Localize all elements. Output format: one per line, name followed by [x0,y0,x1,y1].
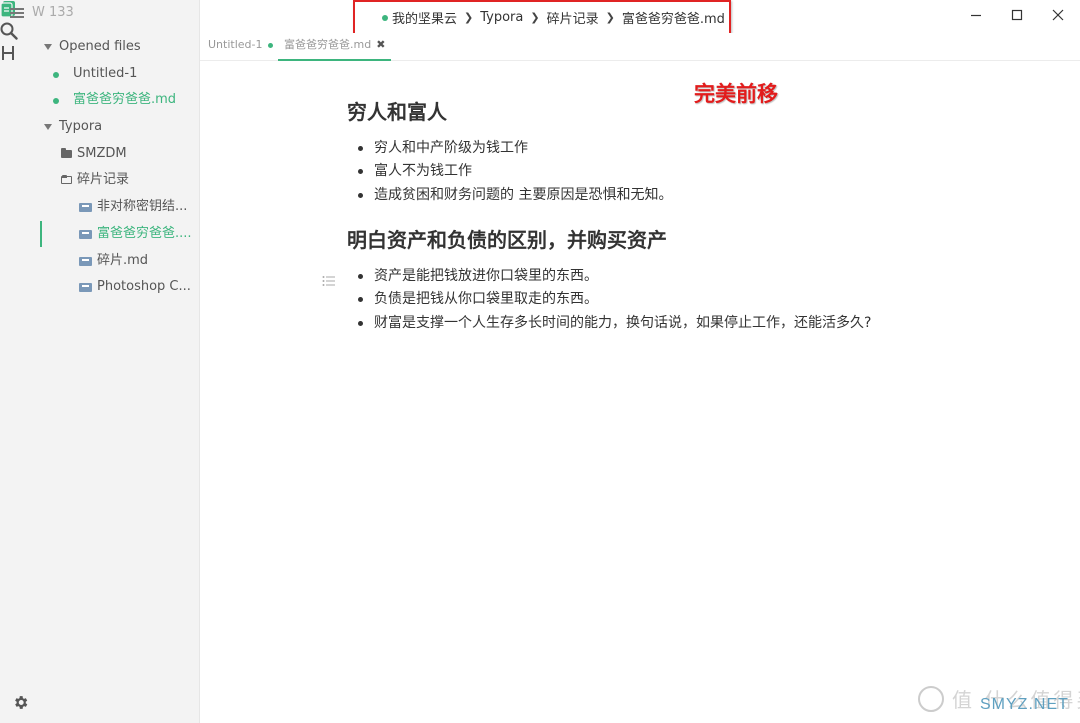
file-tree: Opened files Untitled-1 富爸爸穷爸爸.md Typora… [40,34,200,301]
opened-files-label: Opened files [59,39,141,54]
markdown-file-icon [79,256,92,266]
list-item[interactable]: 富人不为钱工作 [356,160,672,183]
tab-untitled[interactable]: Untitled-1 [208,33,274,61]
file-item[interactable]: Photoshop C... [40,274,200,301]
list-item[interactable]: 财富是支撑一个人生存多长时间的能力，换句话说，如果停止工作，还能活多久? [356,312,871,335]
folder-open-icon [61,175,72,185]
opened-files-section[interactable]: Opened files [40,34,200,61]
title-bar: 我的坚果云 ❯ Typora ❯ 碎片记录 ❯ 富爸爸穷爸爸.md [200,0,1080,36]
list-item[interactable]: 造成贫困和财务问题的 主要原因是恐惧和无知。 [356,184,672,207]
folder-smzdm[interactable]: SMZDM [40,141,200,168]
sidebar: W 133 Opened files Untitled-1 富爸爸穷爸爸.md … [0,0,200,723]
file-item[interactable]: 碎片.md [40,248,200,275]
markdown-file-icon [79,229,92,239]
heading-2[interactable]: 明白资产和负债的区别，并购买资产 [347,224,667,253]
workspace-label: W 133 [32,5,74,20]
folder-label: 碎片记录 [77,172,130,188]
minimize-icon[interactable] [968,7,984,23]
chevron-right-icon: ❯ [530,11,540,24]
heading-1[interactable]: 穷人和富人 [347,96,447,125]
opened-file-active[interactable]: 富爸爸穷爸爸.md [40,87,200,114]
folder-label: SMZDM [77,145,127,161]
tab-label: 富爸爸穷爸爸.md [284,38,372,51]
list-item[interactable]: 资产是能把钱放进你口袋里的东西。 [356,265,871,288]
files-icon[interactable] [0,0,199,22]
unsaved-dot-icon [53,71,59,78]
breadcrumb-item[interactable]: 富爸爸穷爸爸.md [622,8,725,27]
chevron-down-icon[interactable] [44,124,52,131]
folder-icon [61,147,72,158]
folder-fragments[interactable]: 碎片记录 [40,167,200,194]
breadcrumb: 我的坚果云 ❯ Typora ❯ 碎片记录 ❯ 富爸爸穷爸爸.md [382,8,725,27]
folder-label: Typora [59,119,103,135]
file-label: 富爸爸穷爸爸.... [97,225,192,241]
chevron-right-icon: ❯ [464,11,474,24]
file-label: Photoshop C... [97,279,191,295]
opened-file-label: 富爸爸穷爸爸.md [73,92,177,108]
close-icon[interactable] [1050,7,1066,23]
list-item[interactable]: 负债是把钱从你口袋里取走的东西。 [356,288,871,311]
breadcrumb-item[interactable]: 我的坚果云 [392,8,457,27]
editor[interactable]: 完美前移 穷人和富人 穷人和中产阶级为钱工作 富人不为钱工作 造成贫困和财务问题… [200,62,1080,723]
tab-label: Untitled-1 [208,38,263,51]
maximize-icon[interactable] [1009,7,1025,23]
chevron-down-icon[interactable] [44,44,52,50]
chevron-right-icon: ❯ [605,11,615,24]
watermark: 值 什么值得买 SMYZ.NET [918,684,1080,720]
folder-typora[interactable]: Typora [40,114,200,141]
sync-status-dot-icon [382,14,388,21]
file-item-selected[interactable]: 富爸爸穷爸爸.... [40,220,200,248]
unsaved-dot-icon [53,98,59,105]
file-label: 碎片.md [97,252,149,268]
annotation-text: 完美前移 [694,81,778,106]
opened-file-untitled[interactable]: Untitled-1 [40,61,200,88]
file-label: 非对称密钥结... [97,199,188,215]
markdown-file-icon [79,283,92,293]
bullet-list-2[interactable]: 资产是能把钱放进你口袋里的东西。 负债是把钱从你口袋里取走的东西。 财富是支撑一… [356,265,871,335]
markdown-file-icon [79,203,92,213]
watermark-logo [918,686,944,712]
tab-bar: Untitled-1 富爸爸穷爸爸.md ✖ [200,33,1080,61]
menu-icon[interactable] [10,6,24,20]
settings-icon[interactable] [12,694,29,715]
tab-active[interactable]: 富爸爸穷爸爸.md ✖ [278,33,392,61]
unsaved-dot-icon [268,42,274,48]
close-tab-icon[interactable]: ✖ [376,38,385,51]
watermark-sub: SMYZ.NET [980,696,1069,713]
list-item[interactable]: 穷人和中产阶级为钱工作 [356,137,672,160]
breadcrumb-item[interactable]: 碎片记录 [547,8,599,27]
opened-file-label: Untitled-1 [73,65,138,81]
outline-list-icon[interactable] [322,272,336,291]
file-item[interactable]: 非对称密钥结... [40,194,200,221]
bullet-list-1[interactable]: 穷人和中产阶级为钱工作 富人不为钱工作 造成贫困和财务问题的 主要原因是恐惧和无… [356,137,672,207]
breadcrumb-item[interactable]: Typora [480,10,523,25]
